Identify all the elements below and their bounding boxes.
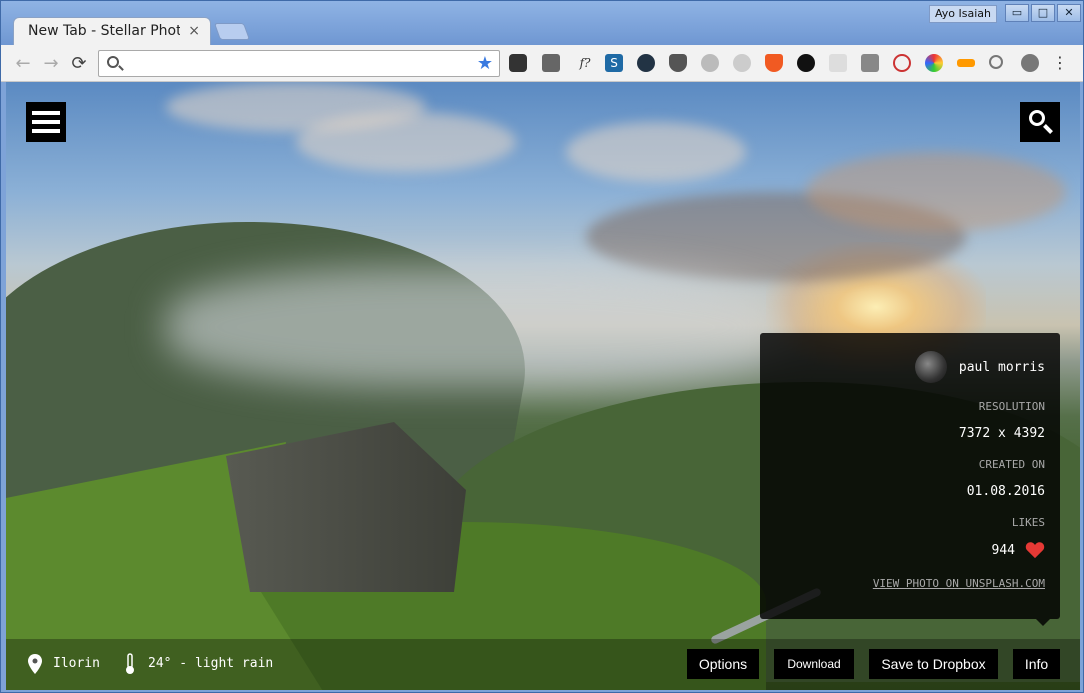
eyedropper-icon[interactable] bbox=[542, 54, 560, 72]
omnibox[interactable]: ★ bbox=[98, 50, 500, 77]
download-button[interactable]: Download bbox=[774, 649, 854, 679]
bookmark-star-icon[interactable]: ★ bbox=[477, 53, 493, 74]
f-question-icon[interactable]: f? bbox=[573, 54, 597, 72]
s-icon[interactable]: S bbox=[605, 54, 623, 72]
resolution-label: RESOLUTION bbox=[978, 400, 1045, 413]
weather-text: 24° - light rain bbox=[148, 656, 274, 671]
info-button[interactable]: Info bbox=[1013, 649, 1060, 679]
color-wheel-icon[interactable] bbox=[925, 54, 943, 72]
search-icon bbox=[107, 56, 119, 68]
eye-icon[interactable] bbox=[733, 54, 751, 72]
back-arrow-icon[interactable]: ← bbox=[13, 53, 33, 74]
bug-icon[interactable] bbox=[1021, 54, 1039, 72]
likes-label: LIKES bbox=[1011, 516, 1045, 529]
new-tab-button[interactable] bbox=[213, 23, 251, 40]
search-icon bbox=[1029, 110, 1045, 126]
heart-icon[interactable] bbox=[1025, 541, 1045, 559]
tab-new-tab[interactable]: New Tab - Stellar Photo × bbox=[13, 17, 211, 45]
cloud bbox=[806, 152, 1066, 232]
hamburger-icon bbox=[32, 111, 60, 115]
minimize-button[interactable]: ▭ bbox=[1005, 4, 1029, 22]
maximize-button[interactable]: □ bbox=[1031, 4, 1055, 22]
gnome-icon[interactable] bbox=[797, 54, 815, 72]
atom-icon[interactable] bbox=[701, 54, 719, 72]
profile-button[interactable]: Ayo Isaiah bbox=[929, 5, 997, 23]
location-pin-icon bbox=[28, 654, 42, 674]
browser-toolbar: ← → ⟳ ★ f? S ⋮ bbox=[1, 45, 1083, 82]
created-value: 01.08.2016 bbox=[966, 484, 1045, 499]
file-icon[interactable] bbox=[829, 54, 847, 72]
author-name[interactable]: paul morris bbox=[959, 360, 1045, 375]
pocket-icon[interactable] bbox=[509, 54, 527, 72]
likes-value: 944 bbox=[991, 543, 1015, 558]
title-bar: New Tab - Stellar Photo × Ayo Isaiah ▭ □… bbox=[1, 1, 1083, 45]
created-label: CREATED ON bbox=[978, 458, 1045, 471]
options-button[interactable]: Options bbox=[687, 649, 759, 679]
fog bbox=[166, 267, 786, 387]
magnifier-icon[interactable] bbox=[989, 55, 1003, 69]
background-photo: paul morris RESOLUTION 7372 x 4392 CREAT… bbox=[6, 82, 1080, 690]
address-input[interactable] bbox=[127, 54, 467, 73]
search-button[interactable] bbox=[1020, 102, 1060, 142]
camera-icon[interactable] bbox=[861, 54, 879, 72]
unsplash-link[interactable]: VIEW PHOTO ON UNSPLASH.COM bbox=[873, 577, 1045, 590]
more-icon[interactable]: ⋮ bbox=[1051, 54, 1069, 72]
tab-title: New Tab - Stellar Photo bbox=[28, 23, 180, 39]
photo-info-panel: paul morris RESOLUTION 7372 x 4392 CREAT… bbox=[760, 333, 1060, 626]
reload-icon[interactable]: ⟳ bbox=[69, 53, 89, 74]
tab-close-icon[interactable]: × bbox=[188, 23, 200, 39]
anarchy-icon[interactable] bbox=[893, 54, 911, 72]
lock-circle-icon[interactable] bbox=[637, 54, 655, 72]
browser-window: New Tab - Stellar Photo × Ayo Isaiah ▭ □… bbox=[0, 0, 1084, 693]
thermometer-icon bbox=[126, 653, 134, 674]
menu-button[interactable] bbox=[26, 102, 66, 142]
avatar bbox=[915, 351, 947, 383]
ublock-icon[interactable] bbox=[669, 54, 687, 72]
brave-icon[interactable] bbox=[765, 54, 783, 72]
location-text: Ilorin bbox=[53, 656, 100, 671]
cloud bbox=[296, 112, 516, 172]
resolution-value: 7372 x 4392 bbox=[958, 426, 1045, 441]
forward-arrow-icon[interactable]: → bbox=[41, 53, 61, 74]
tag-icon[interactable] bbox=[957, 59, 975, 67]
close-window-button[interactable]: ✕ bbox=[1057, 4, 1081, 22]
bottom-bar: Ilorin 24° - light rain Options Download… bbox=[6, 639, 1080, 690]
cloud bbox=[566, 122, 746, 182]
save-to-dropbox-button[interactable]: Save to Dropbox bbox=[869, 649, 998, 679]
